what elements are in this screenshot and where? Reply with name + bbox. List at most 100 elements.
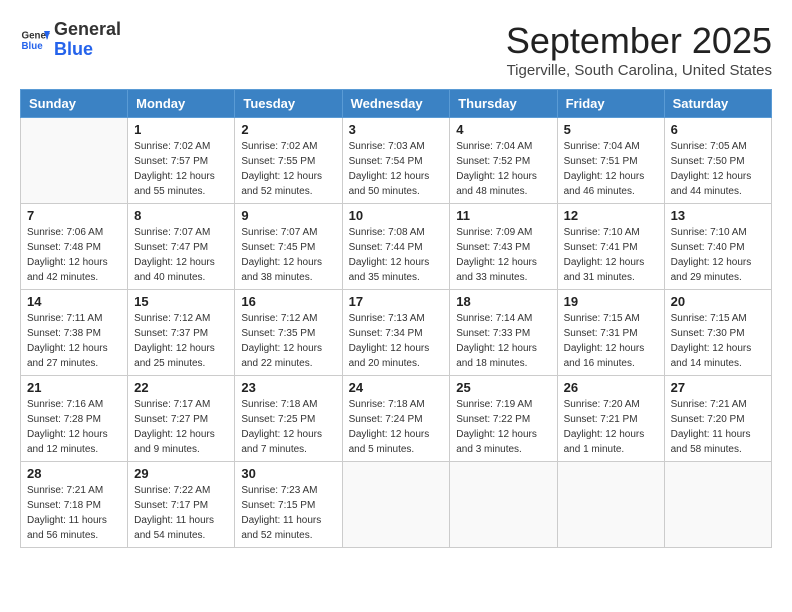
calendar-cell: 8 Sunrise: 7:07 AM Sunset: 7:47 PM Daylig… (128, 204, 235, 290)
calendar-cell: 4 Sunrise: 7:04 AM Sunset: 7:52 PM Daylig… (450, 118, 557, 204)
calendar-header-tuesday: Tuesday (235, 90, 342, 118)
week-row-1: 1 Sunrise: 7:02 AM Sunset: 7:57 PM Daylig… (21, 118, 772, 204)
day-info: Sunrise: 7:10 AM Sunset: 7:41 PM Dayligh… (564, 225, 658, 285)
month-title: September 2025 (506, 20, 772, 62)
day-number: 4 (456, 122, 550, 137)
day-number: 10 (349, 208, 444, 223)
location: Tigerville, South Carolina, United State… (506, 62, 772, 79)
day-number: 22 (134, 380, 228, 395)
calendar-header-thursday: Thursday (450, 90, 557, 118)
calendar-cell: 20Sunrise: 7:15 AM Sunset: 7:30 PM Dayli… (664, 290, 771, 376)
calendar-cell (664, 462, 771, 548)
page-header: General Blue General Blue September 2025… (20, 20, 772, 79)
day-info: Sunrise: 7:12 AM Sunset: 7:35 PM Dayligh… (241, 311, 335, 371)
day-number: 17 (349, 294, 444, 309)
day-number: 14 (27, 294, 121, 309)
day-number: 3 (349, 122, 444, 137)
day-number: 6 (671, 122, 765, 137)
day-info: Sunrise: 7:02 AM Sunset: 7:57 PM Dayligh… (134, 139, 228, 199)
calendar-cell (557, 462, 664, 548)
day-number: 15 (134, 294, 228, 309)
calendar-cell: 28 Sunrise: 7:21 AM Sunset: 7:18 PM Dayli… (21, 462, 128, 548)
day-info: Sunrise: 7:04 AM Sunset: 7:51 PM Dayligh… (564, 139, 658, 199)
day-info: Sunrise: 7:19 AM Sunset: 7:22 PM Dayligh… (456, 397, 550, 457)
day-info: Sunrise: 7:15 AM Sunset: 7:31 PM Dayligh… (564, 311, 658, 371)
day-number: 18 (456, 294, 550, 309)
day-info: Sunrise: 7:09 AM Sunset: 7:43 PM Dayligh… (456, 225, 550, 285)
day-number: 29 (134, 466, 228, 481)
day-info: Sunrise: 7:12 AM Sunset: 7:37 PM Dayligh… (134, 311, 228, 371)
day-info: Sunrise: 7:11 AM Sunset: 7:38 PM Dayligh… (27, 311, 121, 371)
calendar-cell: 15 Sunrise: 7:12 AM Sunset: 7:37 PM Dayli… (128, 290, 235, 376)
calendar-cell: 18 Sunrise: 7:14 AM Sunset: 7:33 PM Dayli… (450, 290, 557, 376)
calendar-cell (342, 462, 450, 548)
calendar-cell: 29Sunrise: 7:22 AM Sunset: 7:17 PM Dayli… (128, 462, 235, 548)
logo: General Blue General Blue (20, 20, 121, 60)
day-info: Sunrise: 7:02 AM Sunset: 7:55 PM Dayligh… (241, 139, 335, 199)
week-row-2: 7Sunrise: 7:06 AM Sunset: 7:48 PM Daylig… (21, 204, 772, 290)
calendar-cell: 10Sunrise: 7:08 AM Sunset: 7:44 PM Dayli… (342, 204, 450, 290)
calendar-cell: 1 Sunrise: 7:02 AM Sunset: 7:57 PM Daylig… (128, 118, 235, 204)
day-number: 16 (241, 294, 335, 309)
day-info: Sunrise: 7:05 AM Sunset: 7:50 PM Dayligh… (671, 139, 765, 199)
calendar-header-saturday: Saturday (664, 90, 771, 118)
day-number: 19 (564, 294, 658, 309)
week-row-4: 21 Sunrise: 7:16 AM Sunset: 7:28 PM Dayli… (21, 376, 772, 462)
calendar-header-monday: Monday (128, 90, 235, 118)
calendar-cell: 22 Sunrise: 7:17 AM Sunset: 7:27 PM Dayli… (128, 376, 235, 462)
day-info: Sunrise: 7:10 AM Sunset: 7:40 PM Dayligh… (671, 225, 765, 285)
calendar-cell: 13 Sunrise: 7:10 AM Sunset: 7:40 PM Dayli… (664, 204, 771, 290)
calendar-cell: 3 Sunrise: 7:03 AM Sunset: 7:54 PM Daylig… (342, 118, 450, 204)
day-number: 24 (349, 380, 444, 395)
day-info: Sunrise: 7:04 AM Sunset: 7:52 PM Dayligh… (456, 139, 550, 199)
day-number: 1 (134, 122, 228, 137)
day-info: Sunrise: 7:14 AM Sunset: 7:33 PM Dayligh… (456, 311, 550, 371)
calendar-header-friday: Friday (557, 90, 664, 118)
calendar-cell: 14 Sunrise: 7:11 AM Sunset: 7:38 PM Dayli… (21, 290, 128, 376)
title-block: September 2025 Tigerville, South Carolin… (506, 20, 772, 79)
calendar-cell: 16 Sunrise: 7:12 AM Sunset: 7:35 PM Dayli… (235, 290, 342, 376)
day-info: Sunrise: 7:15 AM Sunset: 7:30 PM Dayligh… (671, 311, 765, 371)
logo-general-text: General (54, 19, 121, 39)
day-number: 12 (564, 208, 658, 223)
day-number: 2 (241, 122, 335, 137)
day-info: Sunrise: 7:07 AM Sunset: 7:47 PM Dayligh… (134, 225, 228, 285)
calendar-header-wednesday: Wednesday (342, 90, 450, 118)
calendar-cell: 17 Sunrise: 7:13 AM Sunset: 7:34 PM Dayli… (342, 290, 450, 376)
calendar-cell: 26 Sunrise: 7:20 AM Sunset: 7:21 PM Dayli… (557, 376, 664, 462)
calendar-cell: 23Sunrise: 7:18 AM Sunset: 7:25 PM Dayli… (235, 376, 342, 462)
day-info: Sunrise: 7:16 AM Sunset: 7:28 PM Dayligh… (27, 397, 121, 457)
day-number: 27 (671, 380, 765, 395)
logo-blue-text: Blue (54, 39, 93, 59)
day-info: Sunrise: 7:03 AM Sunset: 7:54 PM Dayligh… (349, 139, 444, 199)
calendar-cell: 7Sunrise: 7:06 AM Sunset: 7:48 PM Daylig… (21, 204, 128, 290)
calendar-cell: 24 Sunrise: 7:18 AM Sunset: 7:24 PM Dayli… (342, 376, 450, 462)
day-info: Sunrise: 7:07 AM Sunset: 7:45 PM Dayligh… (241, 225, 335, 285)
day-number: 8 (134, 208, 228, 223)
calendar-cell: 11Sunrise: 7:09 AM Sunset: 7:43 PM Dayli… (450, 204, 557, 290)
day-info: Sunrise: 7:23 AM Sunset: 7:15 PM Dayligh… (241, 483, 335, 543)
day-number: 9 (241, 208, 335, 223)
calendar-cell: 6 Sunrise: 7:05 AM Sunset: 7:50 PM Daylig… (664, 118, 771, 204)
calendar-cell: 21 Sunrise: 7:16 AM Sunset: 7:28 PM Dayli… (21, 376, 128, 462)
day-info: Sunrise: 7:13 AM Sunset: 7:34 PM Dayligh… (349, 311, 444, 371)
day-info: Sunrise: 7:20 AM Sunset: 7:21 PM Dayligh… (564, 397, 658, 457)
day-number: 21 (27, 380, 121, 395)
calendar-header-sunday: Sunday (21, 90, 128, 118)
calendar-cell: 2 Sunrise: 7:02 AM Sunset: 7:55 PM Daylig… (235, 118, 342, 204)
day-number: 30 (241, 466, 335, 481)
day-number: 7 (27, 208, 121, 223)
day-number: 26 (564, 380, 658, 395)
day-info: Sunrise: 7:21 AM Sunset: 7:18 PM Dayligh… (27, 483, 121, 543)
day-number: 13 (671, 208, 765, 223)
day-info: Sunrise: 7:21 AM Sunset: 7:20 PM Dayligh… (671, 397, 765, 457)
day-number: 28 (27, 466, 121, 481)
calendar-cell: 25Sunrise: 7:19 AM Sunset: 7:22 PM Dayli… (450, 376, 557, 462)
day-info: Sunrise: 7:18 AM Sunset: 7:24 PM Dayligh… (349, 397, 444, 457)
day-info: Sunrise: 7:17 AM Sunset: 7:27 PM Dayligh… (134, 397, 228, 457)
calendar-cell: 30 Sunrise: 7:23 AM Sunset: 7:15 PM Dayli… (235, 462, 342, 548)
logo-icon: General Blue (20, 25, 50, 55)
calendar-cell: 5Sunrise: 7:04 AM Sunset: 7:51 PM Daylig… (557, 118, 664, 204)
week-row-5: 28 Sunrise: 7:21 AM Sunset: 7:18 PM Dayli… (21, 462, 772, 548)
calendar-cell (21, 118, 128, 204)
